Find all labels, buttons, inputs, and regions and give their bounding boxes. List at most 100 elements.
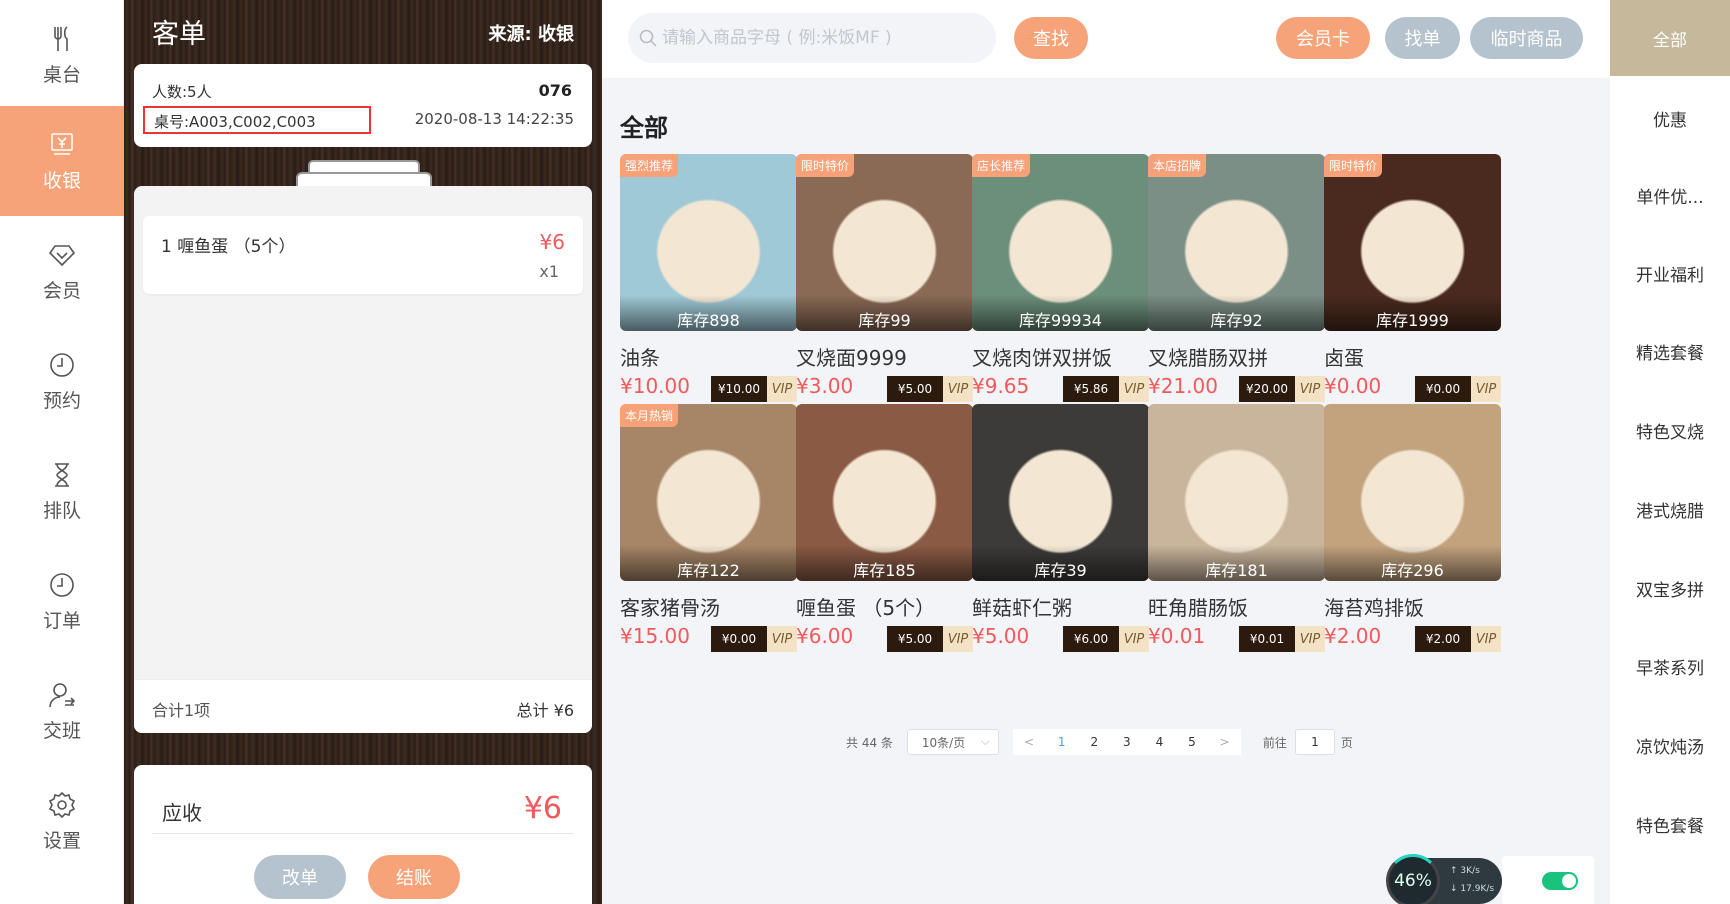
- order-item[interactable]: 1 喱鱼蛋 （5个） ¥6 x1: [143, 216, 583, 294]
- category-item[interactable]: 凉饮炖汤: [1610, 707, 1730, 783]
- product-stock: 库存39: [972, 545, 1149, 581]
- nav-label: 设置: [42, 829, 81, 852]
- category-item[interactable]: 精选套餐: [1610, 313, 1730, 389]
- payment-card: 应收 ¥6 改单 结账: [134, 765, 592, 904]
- chevron-down-icon: ⌵: [980, 734, 990, 748]
- product-card[interactable]: 库存39 鲜菇虾仁粥 ¥5.00 ¥6.00 VIP: [972, 404, 1149, 654]
- category-item[interactable]: 双宝多拼: [1610, 550, 1730, 626]
- member-card-button[interactable]: 会员卡: [1276, 17, 1370, 59]
- product-card[interactable]: 库存181 旺角腊肠饭 ¥0.01 ¥0.01 VIP: [1148, 404, 1325, 654]
- find-order-button[interactable]: 找单: [1385, 17, 1460, 59]
- category-item[interactable]: 开业福利: [1610, 235, 1730, 311]
- product-card[interactable]: 店长推荐 库存99934 叉烧肉饼双拼饭 ¥9.65 ¥5.86 VIP: [972, 154, 1149, 404]
- product-area: 全部 强烈推荐 库存898 油条 ¥10.00 ¥10.00 VIP 限时特价 …: [602, 78, 1610, 904]
- category-item[interactable]: 早茶系列: [1610, 628, 1730, 704]
- order-item-qty: x1: [539, 262, 559, 281]
- page-1[interactable]: 1: [1052, 735, 1072, 749]
- product-image: 本月热销 库存122: [620, 404, 797, 581]
- category-item[interactable]: 港式烧腊: [1610, 471, 1730, 547]
- product-card[interactable]: 本月热销 库存122 客家猪骨汤 ¥15.00 ¥0.00 VIP: [620, 404, 797, 654]
- product-card[interactable]: 限时特价 库存99 叉烧面9999 ¥3.00 ¥5.00 VIP: [796, 154, 973, 404]
- product-card[interactable]: 库存185 喱鱼蛋 （5个） ¥6.00 ¥5.00 VIP: [796, 404, 973, 654]
- product-card[interactable]: 限时特价 库存1999 卤蛋 ¥0.00 ¥0.00 VIP: [1324, 154, 1501, 404]
- product-stock: 库存185: [796, 545, 973, 581]
- nav-item-cashier[interactable]: 收银: [0, 106, 124, 216]
- nav-item-member[interactable]: 会员: [0, 216, 124, 326]
- vip-price: ¥2.00: [1415, 626, 1471, 652]
- vip-price-tag: ¥2.00 VIP: [1415, 626, 1501, 652]
- goto-page-input[interactable]: [1294, 729, 1335, 755]
- page-4[interactable]: 4: [1149, 735, 1169, 749]
- category-item[interactable]: 特色叉烧: [1610, 392, 1730, 468]
- checkout-button[interactable]: 结账: [368, 855, 460, 899]
- nav-item-orders[interactable]: 订单: [0, 546, 124, 656]
- hourglass-icon: [55, 462, 69, 487]
- nav-item-settings[interactable]: 设置: [0, 766, 124, 876]
- toggle-switch[interactable]: [1542, 872, 1578, 890]
- modify-order-button[interactable]: 改单: [254, 855, 346, 899]
- nav-item-queue[interactable]: 排队: [0, 436, 124, 546]
- product-image: 库存296: [1324, 404, 1501, 581]
- nav-item-shift[interactable]: 交班: [0, 656, 124, 766]
- page-size-select[interactable]: 10条/页 ⌵: [906, 729, 999, 755]
- order-number: 076: [538, 81, 572, 100]
- receivable-label: 应收: [162, 801, 202, 825]
- product-card[interactable]: 本店招牌 库存92 叉烧腊肠双拼 ¥21.00 ¥20.00 VIP: [1148, 154, 1325, 404]
- page-5[interactable]: 5: [1182, 735, 1202, 749]
- product-stock: 库存99934: [972, 295, 1149, 331]
- product-price: ¥0.01: [1148, 624, 1206, 648]
- pager: < 1 2 3 4 5 >: [1012, 729, 1241, 755]
- table-numbers: 桌号:A003,C002,C003: [143, 106, 371, 134]
- nav-item-tables[interactable]: 桌台: [0, 0, 124, 110]
- product-badge: 强烈推荐: [620, 154, 679, 177]
- gear-icon: [48, 791, 76, 818]
- category-item[interactable]: 全部: [1610, 0, 1730, 76]
- next-page-button[interactable]: >: [1215, 735, 1235, 749]
- product-name: 叉烧腊肠双拼: [1148, 346, 1268, 370]
- product-name: 油条: [620, 346, 660, 370]
- nav-label: 收银: [42, 169, 81, 192]
- vip-label: VIP: [1295, 626, 1325, 652]
- vip-label: VIP: [1119, 626, 1149, 652]
- category-item[interactable]: 特色套餐: [1610, 786, 1730, 862]
- product-card[interactable]: 强烈推荐 库存898 油条 ¥10.00 ¥10.00 VIP: [620, 154, 797, 404]
- product-card[interactable]: 库存296 海苔鸡排饭 ¥2.00 ¥2.00 VIP: [1324, 404, 1501, 654]
- vip-price: ¥5.00: [887, 376, 943, 402]
- find-button[interactable]: 查找: [1014, 17, 1088, 59]
- product-stock: 库存181: [1148, 545, 1325, 581]
- vip-label: VIP: [767, 626, 797, 652]
- product-price: ¥5.00: [972, 624, 1030, 648]
- vip-price: ¥0.01: [1239, 626, 1295, 652]
- temp-goods-button[interactable]: 临时商品: [1470, 17, 1583, 59]
- nav-label: 排队: [42, 499, 81, 522]
- page-2[interactable]: 2: [1084, 735, 1104, 749]
- nav-label: 会员: [42, 279, 81, 302]
- total-count: 共 44 条: [846, 735, 893, 750]
- prev-page-button[interactable]: <: [1019, 735, 1039, 749]
- nav-label: 预约: [42, 389, 81, 412]
- product-name: 叉烧肉饼双拼饭: [972, 346, 1112, 370]
- product-name: 叉烧面9999: [796, 346, 907, 370]
- section-title: 全部: [620, 114, 668, 142]
- category-sidebar: 全部 优惠 单件优... 开业福利 精选套餐 特色叉烧 港式烧腊 双宝多拼 早茶系列 凉饮炖汤 特色…: [1610, 0, 1730, 904]
- nav-item-reservation[interactable]: 预约: [0, 326, 124, 436]
- category-item[interactable]: 单件优...: [1610, 157, 1730, 233]
- nav-label: 交班: [42, 719, 81, 742]
- order-item-price: ¥6: [539, 230, 565, 254]
- product-name: 鲜菇虾仁粥: [972, 596, 1072, 620]
- product-stock: 库存122: [620, 545, 797, 581]
- vip-label: VIP: [943, 376, 973, 402]
- category-item[interactable]: 优惠: [1610, 80, 1730, 156]
- page-3[interactable]: 3: [1117, 735, 1137, 749]
- vip-label: VIP: [767, 376, 797, 402]
- left-nav: 桌台 收银 会员 预约 排队 订单 交班 设置: [0, 0, 124, 904]
- diamond-icon: [48, 244, 76, 266]
- product-image: 本店招牌 库存92: [1148, 154, 1325, 331]
- search-box[interactable]: [628, 13, 996, 63]
- vip-price: ¥6.00: [1063, 626, 1119, 652]
- search-input[interactable]: [662, 28, 982, 48]
- vip-price-tag: ¥0.00 VIP: [1415, 376, 1501, 402]
- clock-icon: [50, 572, 74, 597]
- order-info-card: 人数:5人 076 桌号:A003,C002,C003 2020-08-13 1…: [134, 64, 592, 147]
- nav-label: 订单: [42, 609, 81, 632]
